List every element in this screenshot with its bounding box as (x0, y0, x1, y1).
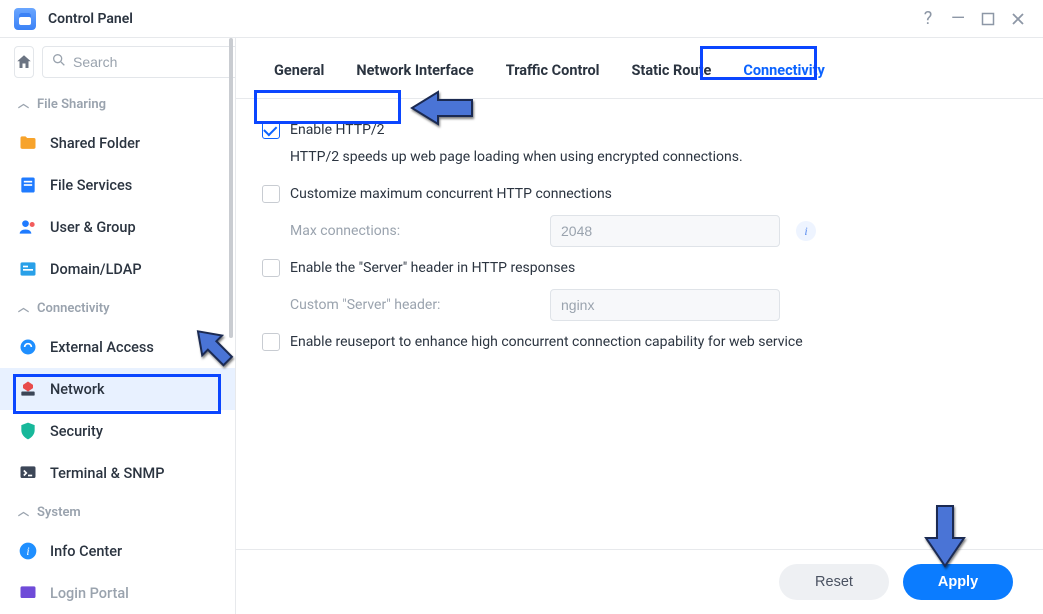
folder-icon (18, 133, 38, 153)
footer-bar: Reset Apply (236, 549, 1043, 614)
tab-traffic-control[interactable]: Traffic Control (490, 52, 616, 98)
row-custom-header: Custom "Server" header: (262, 283, 1017, 327)
chevron-up-icon: ︿ (18, 95, 29, 111)
file-services-icon (18, 175, 38, 195)
sidebar-item-info-center[interactable]: i Info Center (0, 530, 235, 572)
sidebar-item-label: Network (50, 381, 105, 398)
label-customize-max: Customize maximum concurrent HTTP connec… (290, 186, 612, 202)
sidebar-item-label: External Access (50, 339, 154, 356)
tab-static-route[interactable]: Static Route (616, 52, 728, 98)
sidebar-item-network[interactable]: Network (0, 368, 235, 410)
sidebar-item-domain-ldap[interactable]: Domain/LDAP (0, 248, 235, 290)
row-max-connections: Max connections: i (262, 209, 1017, 253)
domain-icon (18, 259, 38, 279)
sidebar: ︿ File Sharing Shared Folder File Servic… (0, 38, 236, 614)
row-enable-http2: Enable HTTP/2 (262, 115, 1017, 145)
sidebar-item-label: Terminal & SNMP (50, 465, 164, 482)
close-button[interactable] (1003, 4, 1033, 34)
input-max-connections (550, 215, 780, 247)
label-max-connections: Max connections: (290, 223, 540, 239)
http2-description: HTTP/2 speeds up web page loading when u… (262, 145, 1017, 179)
sidebar-item-terminal-snmp[interactable]: Terminal & SNMP (0, 452, 235, 494)
sidebar-item-label: Domain/LDAP (50, 261, 142, 278)
window-title: Control Panel (48, 11, 133, 27)
login-portal-icon (18, 583, 38, 603)
input-custom-header (550, 289, 780, 321)
checkbox-customize-max[interactable] (262, 185, 280, 203)
sidebar-item-label: Shared Folder (50, 135, 140, 152)
sidebar-item-shared-folder[interactable]: Shared Folder (0, 122, 235, 164)
checkbox-enable-http2[interactable] (262, 121, 280, 139)
sidebar-item-label: Info Center (50, 543, 122, 560)
sidebar-item-external-access[interactable]: External Access (0, 326, 235, 368)
label-enable-reuseport: Enable reuseport to enhance high concurr… (290, 334, 803, 350)
form-body: Enable HTTP/2 HTTP/2 speeds up web page … (236, 99, 1043, 549)
terminal-icon (18, 463, 38, 483)
home-button[interactable] (14, 46, 34, 78)
network-icon (18, 379, 38, 399)
search-icon (51, 52, 67, 72)
users-icon (18, 217, 38, 237)
sidebar-item-user-group[interactable]: User & Group (0, 206, 235, 248)
app-icon (14, 8, 36, 30)
info-icon[interactable]: i (796, 221, 816, 241)
sidebar-item-label: Security (50, 423, 103, 440)
row-enable-server-header: Enable the "Server" header in HTTP respo… (262, 253, 1017, 283)
section-label: File Sharing (37, 97, 106, 112)
label-enable-http2: Enable HTTP/2 (290, 122, 385, 138)
sidebar-item-file-services[interactable]: File Services (0, 164, 235, 206)
search-input[interactable] (73, 54, 236, 70)
tab-bar: General Network Interface Traffic Contro… (236, 38, 1043, 99)
chevron-up-icon: ︿ (18, 299, 29, 315)
info-icon: i (18, 541, 38, 561)
minimize-button[interactable]: — (943, 4, 973, 34)
sidebar-item-label: User & Group (50, 219, 136, 236)
section-system[interactable]: ︿ System (0, 494, 235, 530)
search-input-wrap[interactable] (42, 46, 236, 78)
checkbox-enable-server-header[interactable] (262, 259, 280, 277)
reset-button[interactable]: Reset (779, 564, 889, 600)
tab-network-interface[interactable]: Network Interface (340, 52, 489, 98)
sidebar-item-label: File Services (50, 177, 132, 194)
chevron-up-icon: ︿ (18, 503, 29, 519)
section-file-sharing[interactable]: ︿ File Sharing (0, 86, 235, 122)
row-customize-max: Customize maximum concurrent HTTP connec… (262, 179, 1017, 209)
help-button[interactable]: ? (913, 4, 943, 34)
titlebar: Control Panel ? — (0, 0, 1043, 38)
section-connectivity[interactable]: ︿ Connectivity (0, 290, 235, 326)
row-enable-reuseport: Enable reuseport to enhance high concurr… (262, 327, 1017, 357)
tab-general[interactable]: General (258, 52, 340, 98)
external-access-icon (18, 337, 38, 357)
label-custom-header: Custom "Server" header: (290, 297, 540, 313)
label-enable-server-header: Enable the "Server" header in HTTP respo… (290, 260, 575, 276)
sidebar-item-label: Login Portal (50, 585, 129, 602)
maximize-button[interactable] (973, 4, 1003, 34)
shield-icon (18, 421, 38, 441)
svg-text:i: i (26, 545, 29, 558)
section-label: System (37, 505, 81, 520)
checkbox-enable-reuseport[interactable] (262, 333, 280, 351)
section-label: Connectivity (37, 301, 110, 316)
tab-connectivity[interactable]: Connectivity (727, 52, 840, 98)
sidebar-item-security[interactable]: Security (0, 410, 235, 452)
apply-button[interactable]: Apply (903, 564, 1013, 600)
sidebar-item-login-portal[interactable]: Login Portal (0, 572, 235, 614)
